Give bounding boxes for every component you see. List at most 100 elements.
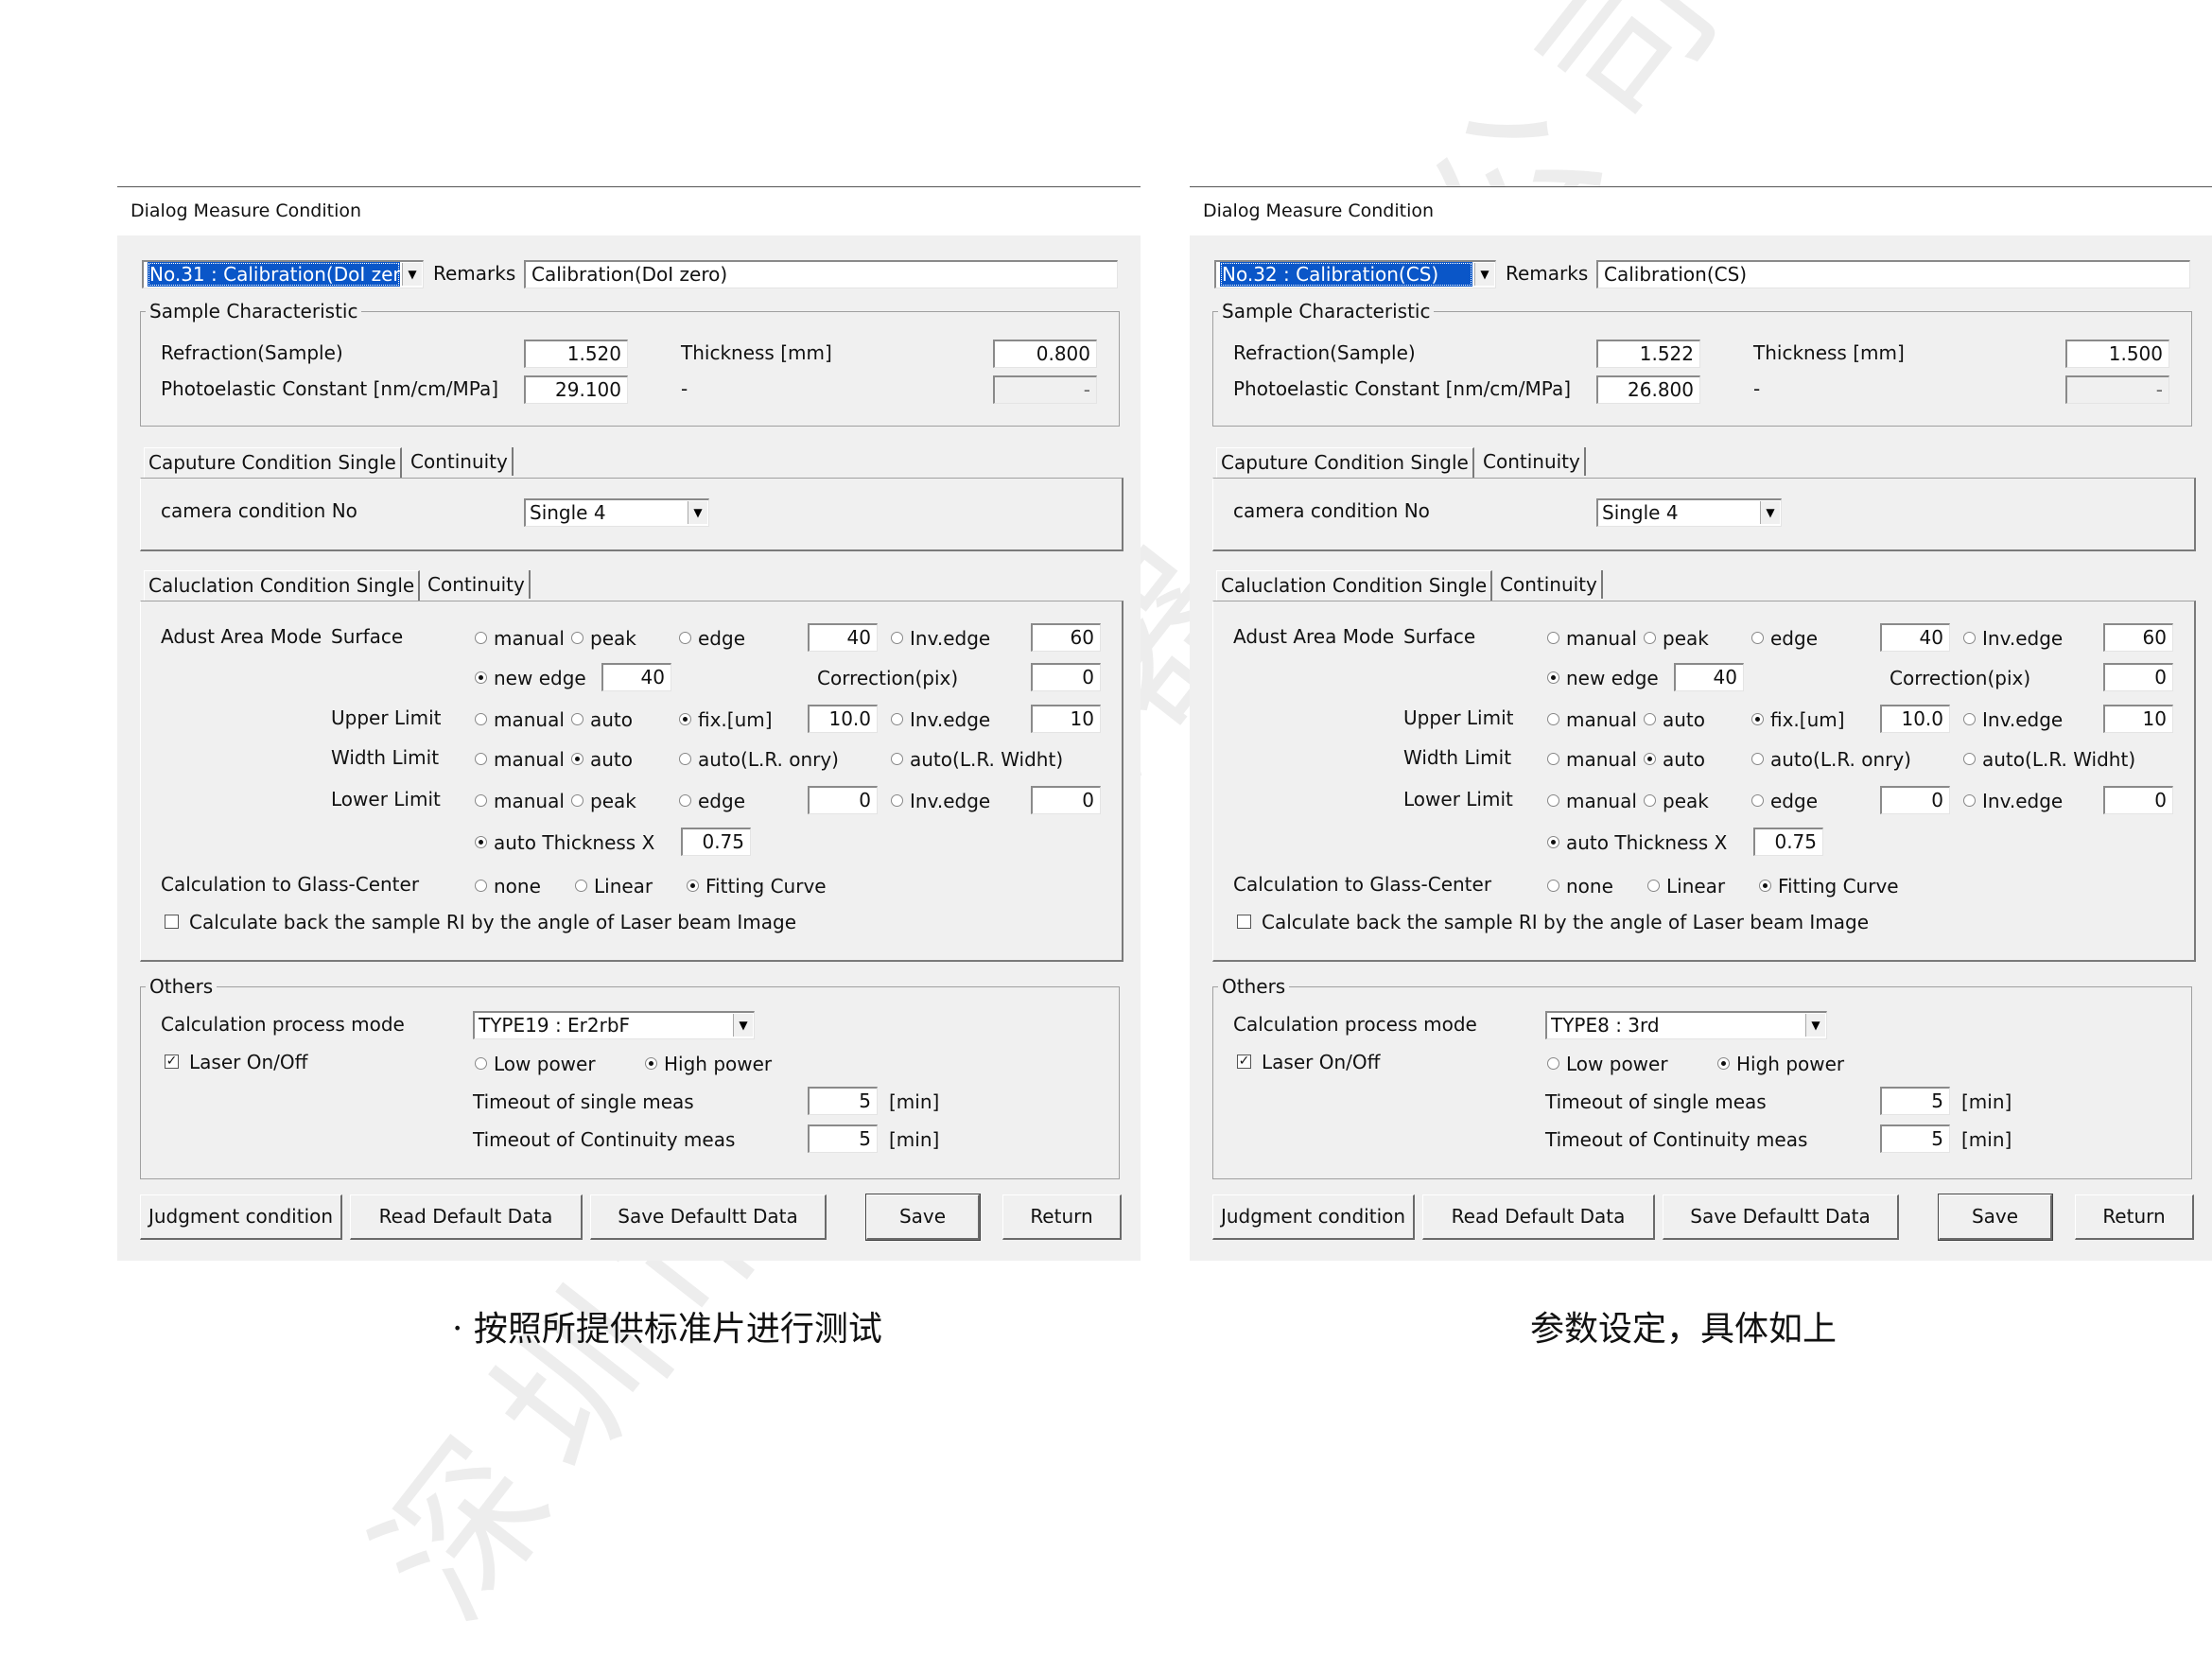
thickness-x-field[interactable]: 0.75	[1753, 828, 1823, 856]
width-auto-lr-widht-radio[interactable]	[1963, 753, 1976, 765]
new-edge-field[interactable]: 40	[1674, 663, 1744, 691]
surface-peak-radio[interactable]	[571, 632, 583, 644]
tab-calc-continuity[interactable]: Continuity	[424, 570, 531, 599]
return-button[interactable]: Return	[2075, 1194, 2194, 1240]
camera-condition-select[interactable]: Single 4 ▼	[524, 498, 709, 527]
surface-invedge-field[interactable]: 60	[2103, 623, 2173, 652]
laser-checkbox[interactable]: ✓	[1237, 1055, 1251, 1069]
camera-condition-select[interactable]: Single 4 ▼	[1596, 498, 1782, 527]
laser-checkbox[interactable]: ✓	[165, 1055, 179, 1069]
chevron-down-icon[interactable]: ▼	[402, 263, 422, 286]
surface-invedge-radio[interactable]	[1963, 632, 1976, 644]
lower-edge-radio[interactable]	[1751, 794, 1764, 807]
condition-select[interactable]: No.31 : Calibration(DoI zero) ▼	[142, 260, 424, 288]
tab-calc-single[interactable]: Caluclation Condition Single	[144, 570, 421, 601]
upper-auto-radio[interactable]	[1644, 713, 1656, 725]
thickness-field[interactable]: 1.500	[2065, 340, 2169, 368]
lower-manual-radio[interactable]	[1547, 794, 1559, 807]
new-edge-radio[interactable]	[475, 671, 487, 684]
width-auto-radio[interactable]	[571, 753, 583, 765]
glass-none-radio[interactable]	[475, 880, 487, 892]
thickness-x-field[interactable]: 0.75	[681, 828, 751, 856]
lower-edge-radio[interactable]	[679, 794, 691, 807]
lower-peak-radio[interactable]	[571, 794, 583, 807]
chevron-down-icon[interactable]: ▼	[1760, 501, 1780, 524]
tab-capture-single[interactable]: Caputure Condition Single	[1216, 447, 1474, 478]
auto-thickness-radio[interactable]	[1547, 836, 1559, 848]
save-button[interactable]: Save	[1938, 1194, 2053, 1241]
lower-invedge-field[interactable]: 0	[2103, 786, 2173, 814]
lower-peak-radio[interactable]	[1644, 794, 1656, 807]
thickness-field[interactable]: 0.800	[993, 340, 1097, 368]
surface-invedge-radio[interactable]	[891, 632, 903, 644]
high-power-radio[interactable]	[645, 1057, 657, 1070]
save-button[interactable]: Save	[865, 1194, 981, 1241]
save-default-data-button[interactable]: Save Defaultt Data	[590, 1194, 827, 1240]
glass-fitting-radio[interactable]	[1759, 880, 1771, 892]
tab-calc-continuity[interactable]: Continuity	[1496, 570, 1603, 599]
surface-edge-radio[interactable]	[1751, 632, 1764, 644]
new-edge-field[interactable]: 40	[601, 663, 671, 691]
timeout-single-field[interactable]: 5	[808, 1087, 878, 1115]
upper-manual-radio[interactable]	[1547, 713, 1559, 725]
timeout-cont-field[interactable]: 5	[1880, 1124, 1950, 1153]
upper-fix-field[interactable]: 10.0	[808, 705, 878, 733]
chevron-down-icon[interactable]: ▼	[733, 1014, 753, 1037]
lower-invedge-field[interactable]: 0	[1031, 786, 1101, 814]
refraction-field[interactable]: 1.522	[1596, 340, 1700, 368]
width-auto-lr-onry-radio[interactable]	[1751, 753, 1764, 765]
timeout-cont-field[interactable]: 5	[808, 1124, 878, 1153]
calc-back-checkbox[interactable]	[165, 915, 179, 929]
upper-auto-radio[interactable]	[571, 713, 583, 725]
low-power-radio[interactable]	[475, 1057, 487, 1070]
lower-edge-field[interactable]: 0	[1880, 786, 1950, 814]
surface-edge-field[interactable]: 40	[808, 623, 878, 652]
surface-edge-radio[interactable]	[679, 632, 691, 644]
upper-invedge-radio[interactable]	[1963, 713, 1976, 725]
calc-back-checkbox[interactable]	[1237, 915, 1251, 929]
upper-fix-radio[interactable]	[1751, 713, 1764, 725]
surface-edge-field[interactable]: 40	[1880, 623, 1950, 652]
upper-invedge-field[interactable]: 10	[1031, 705, 1101, 733]
lower-invedge-radio[interactable]	[891, 794, 903, 807]
return-button[interactable]: Return	[1002, 1194, 1122, 1240]
surface-manual-radio[interactable]	[1547, 632, 1559, 644]
glass-fitting-radio[interactable]	[687, 880, 699, 892]
high-power-radio[interactable]	[1717, 1057, 1730, 1070]
width-auto-lr-onry-radio[interactable]	[679, 753, 691, 765]
read-default-data-button[interactable]: Read Default Data	[350, 1194, 583, 1240]
surface-invedge-field[interactable]: 60	[1031, 623, 1101, 652]
lower-manual-radio[interactable]	[475, 794, 487, 807]
refraction-field[interactable]: 1.520	[524, 340, 628, 368]
upper-invedge-radio[interactable]	[891, 713, 903, 725]
process-mode-select[interactable]: TYPE8 : 3rd ▼	[1545, 1011, 1827, 1039]
save-default-data-button[interactable]: Save Defaultt Data	[1663, 1194, 1899, 1240]
lower-invedge-radio[interactable]	[1963, 794, 1976, 807]
glass-linear-radio[interactable]	[575, 880, 587, 892]
surface-peak-radio[interactable]	[1644, 632, 1656, 644]
upper-fix-field[interactable]: 10.0	[1880, 705, 1950, 733]
width-auto-radio[interactable]	[1644, 753, 1656, 765]
remarks-field[interactable]: Calibration(CS)	[1596, 260, 2190, 288]
lower-edge-field[interactable]: 0	[808, 786, 878, 814]
condition-select[interactable]: No.32 : Calibration(CS) ▼	[1214, 260, 1496, 288]
correction-field[interactable]: 0	[2103, 663, 2173, 691]
upper-invedge-field[interactable]: 10	[2103, 705, 2173, 733]
photoelastic-field[interactable]: 29.100	[524, 375, 628, 404]
tab-capture-continuity[interactable]: Continuity	[407, 447, 514, 476]
glass-none-radio[interactable]	[1547, 880, 1559, 892]
low-power-radio[interactable]	[1547, 1057, 1559, 1070]
tab-capture-single[interactable]: Caputure Condition Single	[144, 447, 402, 478]
chevron-down-icon[interactable]: ▼	[1474, 263, 1494, 286]
correction-field[interactable]: 0	[1031, 663, 1101, 691]
new-edge-radio[interactable]	[1547, 671, 1559, 684]
width-manual-radio[interactable]	[1547, 753, 1559, 765]
chevron-down-icon[interactable]: ▼	[688, 501, 707, 524]
process-mode-select[interactable]: TYPE19 : Er2rbF ▼	[473, 1011, 755, 1039]
chevron-down-icon[interactable]: ▼	[1805, 1014, 1825, 1037]
tab-capture-continuity[interactable]: Continuity	[1479, 447, 1586, 476]
width-auto-lr-widht-radio[interactable]	[891, 753, 903, 765]
upper-fix-radio[interactable]	[679, 713, 691, 725]
timeout-single-field[interactable]: 5	[1880, 1087, 1950, 1115]
remarks-field[interactable]: Calibration(DoI zero)	[524, 260, 1118, 288]
